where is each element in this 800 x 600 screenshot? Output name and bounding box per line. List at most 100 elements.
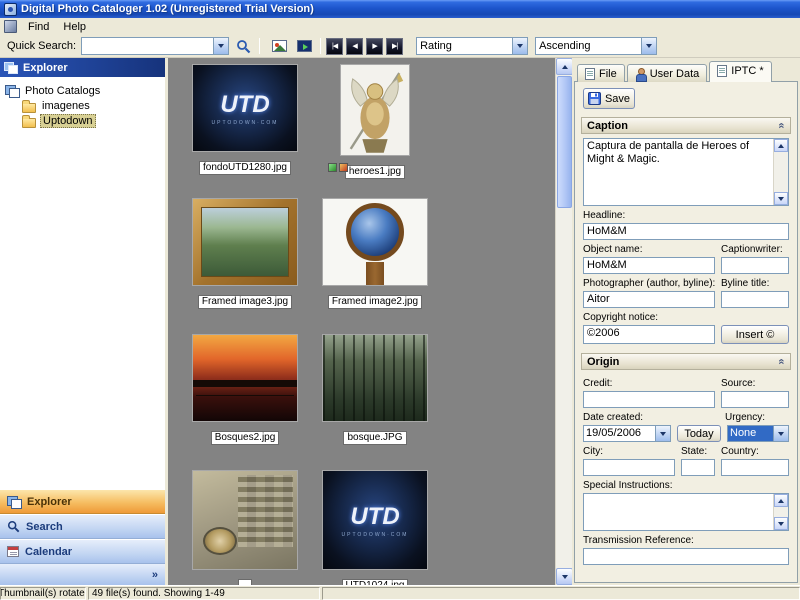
- tab-user-data[interactable]: User Data: [626, 64, 708, 82]
- scrollbar-thumb[interactable]: [557, 76, 572, 208]
- transmission-reference-field[interactable]: [583, 548, 789, 565]
- textarea-scrollbar[interactable]: [773, 494, 788, 530]
- tree-item-label: Photo Catalogs: [25, 85, 101, 97]
- sort-field-select[interactable]: Rating: [416, 37, 529, 55]
- headline-field[interactable]: HoM&M: [583, 223, 789, 240]
- state-field[interactable]: [681, 459, 715, 476]
- country-field[interactable]: [721, 459, 789, 476]
- thumbnail-item[interactable]: Framed image3.jpg: [190, 198, 300, 309]
- thumbnail-item[interactable]: UTD UPTODOWN·COM fondoUTD1280.jpg: [190, 64, 300, 175]
- iptc-tab-panel: Save Caption » Captura de pantalla de He…: [574, 81, 798, 583]
- tree-item-uptodown[interactable]: Uptodown: [5, 114, 160, 128]
- search-bar-label: Search: [26, 520, 63, 533]
- last-image-button[interactable]: ▶|: [386, 37, 404, 55]
- scroll-down-button[interactable]: [556, 568, 572, 585]
- today-button[interactable]: Today: [677, 425, 721, 442]
- source-field[interactable]: [721, 391, 789, 408]
- quick-search-input[interactable]: [81, 37, 230, 55]
- scroll-up-button[interactable]: [556, 58, 572, 75]
- thumbnail-item[interactable]: Bosques2.jpg: [190, 334, 300, 445]
- byline-title-field[interactable]: [721, 291, 789, 308]
- state-label: State:: [681, 446, 708, 457]
- chevron-down-icon[interactable]: [512, 38, 528, 54]
- chevron-down-icon[interactable]: [655, 426, 670, 441]
- origin-group-header[interactable]: Origin »: [581, 353, 791, 370]
- status-bar: Thumbnail(s) rotated 49 file(s) found. S…: [0, 585, 800, 600]
- sort-field-value: Rating: [420, 40, 452, 52]
- scroll-down-button[interactable]: [774, 192, 788, 205]
- origin-group-title: Origin: [587, 355, 620, 368]
- tree-item-photo-catalogs[interactable]: Photo Catalogs: [5, 84, 160, 98]
- next-image-button[interactable]: ▶: [366, 37, 384, 55]
- thumbnail-item[interactable]: bosque.JPG: [320, 334, 430, 445]
- image-view-button[interactable]: [268, 36, 290, 56]
- explorer-panel-title: Explorer: [23, 61, 68, 74]
- source-label: Source:: [721, 378, 756, 389]
- scroll-up-button[interactable]: [774, 494, 788, 507]
- copyright-field[interactable]: ©2006: [583, 325, 715, 344]
- frame-strap: [366, 262, 384, 285]
- collapse-chevron-icon[interactable]: »: [775, 122, 787, 128]
- thumbnail-item[interactable]: UTD UPTODOWN·COM UTD1024.jpg: [320, 470, 430, 585]
- credit-field[interactable]: [583, 391, 715, 408]
- thumbnail-item[interactable]: heroes1.jpg: [320, 64, 430, 179]
- captionwriter-field[interactable]: [721, 257, 789, 274]
- explorer-bar-label: Explorer: [27, 495, 72, 508]
- chevron-down-icon[interactable]: [641, 38, 657, 54]
- scroll-down-button[interactable]: [774, 517, 788, 530]
- object-name-field[interactable]: HoM&M: [583, 257, 715, 274]
- search-bar[interactable]: Search: [0, 514, 165, 539]
- thumbnail-caption: bosque.JPG: [343, 431, 407, 445]
- sort-order-select[interactable]: Ascending: [535, 37, 658, 55]
- chevron-down-icon[interactable]: [773, 426, 788, 441]
- thumbnail-caption: heroes1.jpg: [344, 165, 406, 179]
- caption-group-header[interactable]: Caption »: [581, 117, 791, 134]
- menu-find[interactable]: Find: [21, 20, 56, 34]
- slideshow-button[interactable]: [293, 36, 315, 56]
- save-button[interactable]: Save: [583, 88, 635, 109]
- green-label-icon: [328, 163, 337, 172]
- thumbnail-image: UTD UPTODOWN·COM: [322, 470, 428, 570]
- city-field[interactable]: [583, 459, 675, 476]
- save-icon: [587, 92, 601, 105]
- caption-group-body: Captura de pantalla de Heroes of Might &…: [581, 134, 791, 345]
- caption-textarea[interactable]: Captura de pantalla de Heroes of Might &…: [583, 138, 789, 206]
- title-bar[interactable]: Digital Photo Cataloger 1.02 (Unregister…: [0, 0, 800, 18]
- thumbnail-image: [192, 334, 298, 422]
- menu-help[interactable]: Help: [56, 20, 93, 34]
- chevron-down-icon[interactable]: [213, 38, 229, 54]
- thumbnail-image: [340, 64, 410, 156]
- special-instructions-textarea[interactable]: [583, 493, 789, 531]
- photographer-field[interactable]: Aitor: [583, 291, 715, 308]
- explorer-bar[interactable]: Explorer: [0, 489, 165, 514]
- utd-logo-text: UTD: [220, 90, 270, 118]
- tab-iptc[interactable]: IPTC *: [709, 61, 772, 82]
- calendar-bar[interactable]: Calendar: [0, 539, 165, 564]
- search-icon: [236, 39, 250, 53]
- previous-icon: ◀: [352, 42, 357, 50]
- collapse-chevron-icon[interactable]: »: [775, 358, 787, 364]
- tree-item-imagenes[interactable]: imagenes: [5, 99, 160, 113]
- search-button[interactable]: [232, 36, 254, 56]
- byline-title-label: Byline title:: [721, 278, 770, 289]
- caption-group: Caption » Captura de pantalla de Heroes …: [581, 117, 791, 345]
- insert-copyright-button[interactable]: Insert ©: [721, 325, 789, 344]
- thumbnail-item[interactable]: [190, 470, 300, 585]
- urgency-select[interactable]: None: [727, 425, 789, 442]
- city-label: City:: [583, 446, 603, 457]
- save-button-label: Save: [604, 92, 631, 105]
- thumbnail-item[interactable]: Framed image2.jpg: [320, 198, 430, 309]
- scroll-up-button[interactable]: [774, 139, 788, 152]
- utd-logo-text: UTD: [350, 502, 400, 530]
- previous-image-button[interactable]: ◀: [346, 37, 364, 55]
- date-created-select[interactable]: 19/05/2006: [583, 425, 671, 442]
- grid-scrollbar[interactable]: [555, 58, 572, 585]
- tab-file[interactable]: File: [577, 64, 625, 82]
- captionwriter-label: Captionwriter:: [721, 244, 783, 255]
- first-image-button[interactable]: |◀: [326, 37, 344, 55]
- tree-item-label: Uptodown: [40, 114, 96, 128]
- tree-item-label: imagenes: [42, 100, 90, 112]
- textarea-scrollbar[interactable]: [773, 139, 788, 205]
- framed-moon-art: [346, 202, 404, 261]
- panel-collapse-bar[interactable]: »: [0, 564, 165, 585]
